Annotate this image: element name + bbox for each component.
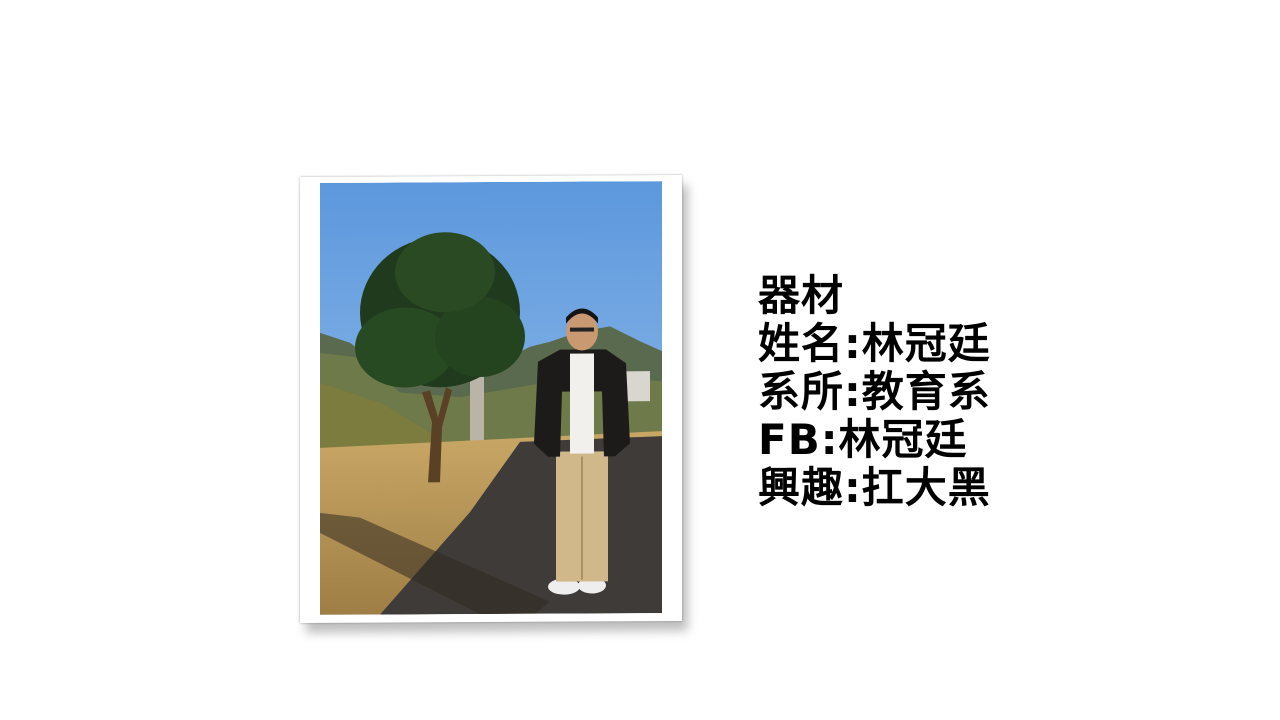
equipment-heading: 器材	[758, 271, 845, 320]
profile-photo	[320, 181, 662, 615]
facebook-line: FB:林冠廷	[758, 415, 968, 464]
slide: 器材 姓名:林冠廷 系所:教育系 FB:林冠廷 興趣:扛大黑	[0, 0, 1280, 720]
hobby-line: 興趣:扛大黑	[758, 463, 991, 512]
name-line: 姓名:林冠廷	[758, 319, 991, 368]
department-line: 系所:教育系	[758, 367, 991, 416]
photo-frame	[300, 174, 682, 624]
photo-scene	[320, 181, 662, 615]
profile-info: 器材 姓名:林冠廷 系所:教育系 FB:林冠廷 興趣:扛大黑	[758, 272, 1258, 512]
